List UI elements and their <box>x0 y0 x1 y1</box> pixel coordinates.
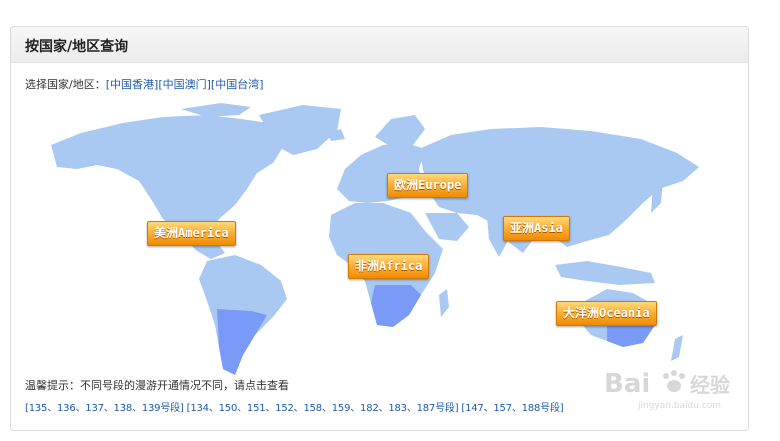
continent-button-america[interactable]: 美洲America <box>147 221 236 246</box>
segment-link-3[interactable]: [147、157、188号段] <box>461 403 563 414</box>
paw-icon <box>663 370 685 392</box>
watermark-url: jingyan.baidu.com <box>637 401 721 411</box>
south-africa-highlight <box>371 285 421 327</box>
continent-button-africa[interactable]: 非洲Africa <box>348 254 430 279</box>
segment-link-1[interactable]: [135、136、137、138、139号段] <box>25 403 184 414</box>
scandinavia-shape <box>375 115 425 149</box>
segment-link-2[interactable]: [134、150、151、152、158、159、182、183、187号段] <box>187 403 459 414</box>
new-zealand-shape <box>671 335 683 361</box>
arctic-islands-shape <box>181 103 251 117</box>
segment-links: [135、136、137、138、139号段] [134、150、151、152… <box>25 399 564 414</box>
madagascar-shape <box>439 289 449 317</box>
arabia-shape <box>425 213 469 241</box>
watermark-brand: Bai <box>604 369 650 399</box>
baidu-jingyan-watermark: Bai 经验 jingyan.baidu.com <box>604 369 730 411</box>
world-map <box>51 103 699 375</box>
southeast-asia-shape <box>555 261 655 285</box>
watermark-suffix: 经验 <box>690 373 730 397</box>
continent-button-europe[interactable]: 欧洲Europe <box>387 173 469 198</box>
roaming-tip: 温馨提示：不同号段的漫游开通情况不同，请点击查看 <box>25 379 289 392</box>
continent-button-asia[interactable]: 亚洲Asia <box>503 216 570 241</box>
continent-button-oceania[interactable]: 大洋洲Oceania <box>556 301 657 326</box>
panel-title: 按国家/地区查询 <box>25 39 129 55</box>
south-america-highlight <box>217 309 267 375</box>
